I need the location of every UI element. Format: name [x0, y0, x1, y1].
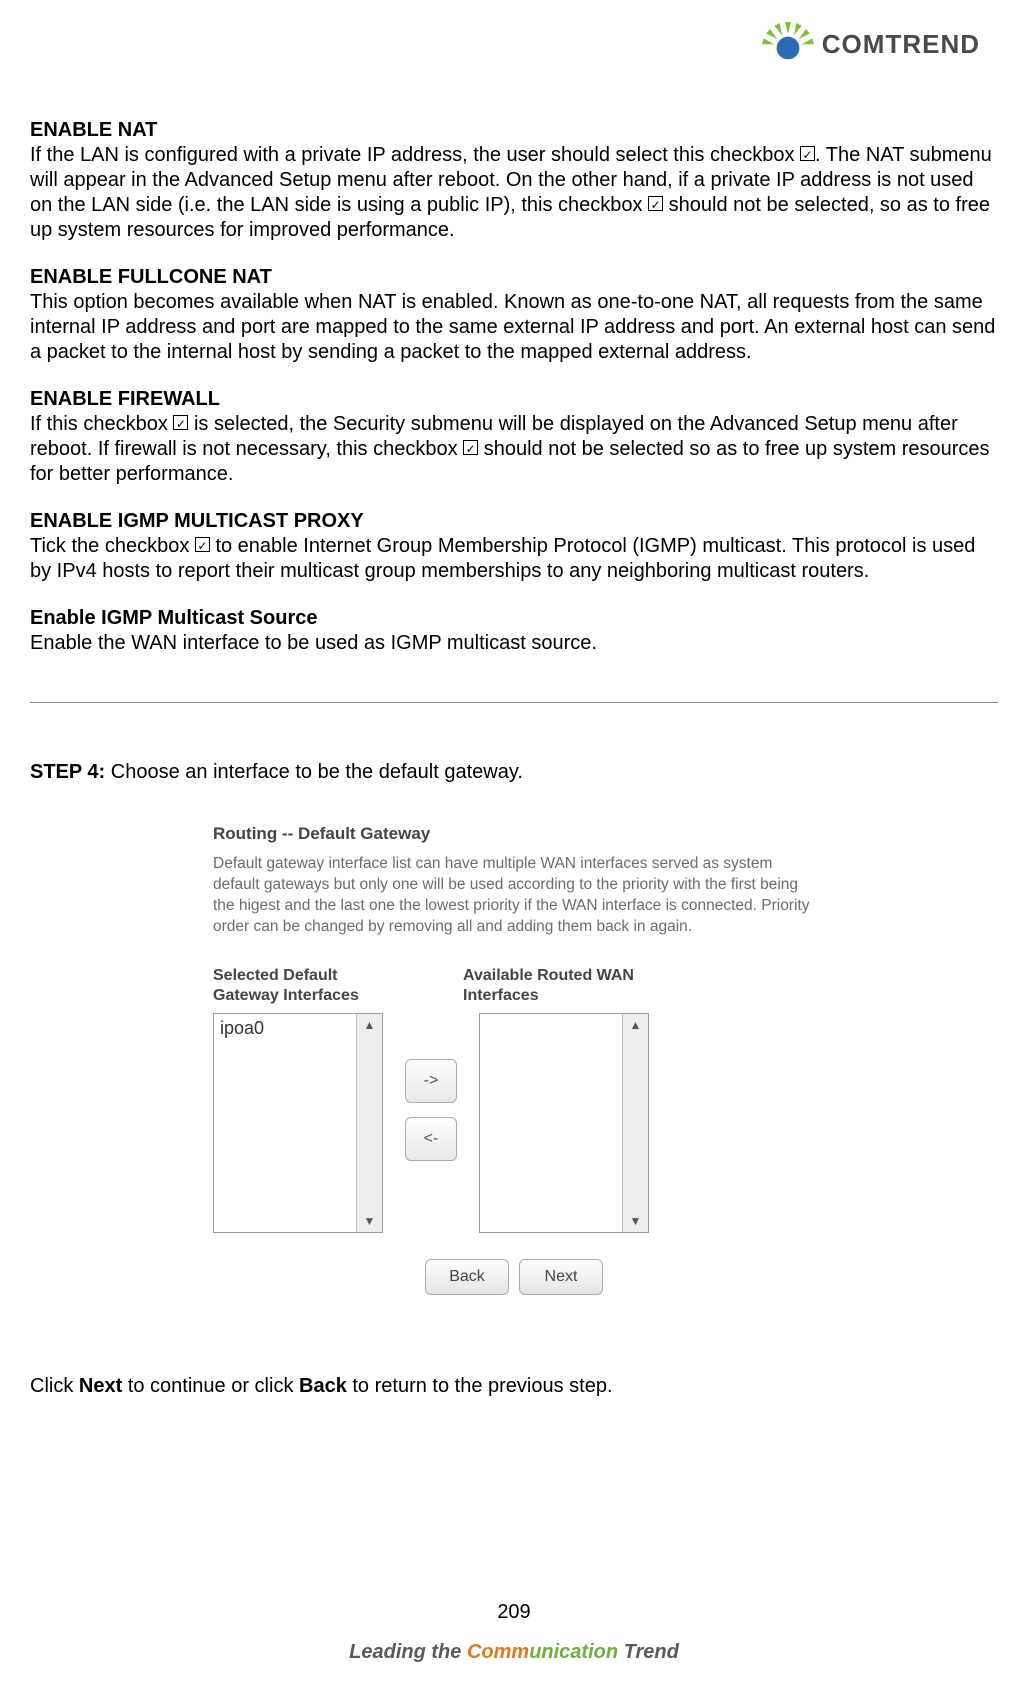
panel-title: Routing -- Default Gateway: [205, 818, 823, 854]
body-firewall: If this checkbox is selected, the Securi…: [30, 412, 998, 487]
heading-firewall: ENABLE FIREWALL: [30, 387, 998, 412]
move-left-button[interactable]: <-: [405, 1117, 457, 1161]
scrollbar[interactable]: ▲ ▼: [356, 1014, 382, 1232]
brand-logo: COMTREND: [762, 18, 980, 70]
checkbox-icon: [195, 537, 210, 552]
step-4-line: STEP 4: Choose an interface to be the de…: [0, 703, 1028, 784]
panel-description: Default gateway interface list can have …: [205, 854, 823, 938]
checkbox-icon: [173, 415, 188, 430]
back-button[interactable]: Back: [425, 1259, 509, 1295]
routing-default-gateway-panel: Routing -- Default Gateway Default gatew…: [205, 818, 823, 1305]
step-text: Choose an interface to be the default ga…: [111, 761, 523, 783]
chevron-up-icon[interactable]: ▲: [364, 1018, 376, 1032]
chevron-up-icon[interactable]: ▲: [630, 1018, 642, 1032]
checkbox-icon: [800, 146, 815, 161]
page-number: 209: [0, 1601, 1028, 1624]
footer-tagline: Leading the Communication Trend: [0, 1641, 1028, 1664]
chevron-down-icon[interactable]: ▼: [364, 1214, 376, 1228]
heading-igmp-proxy: ENABLE IGMP MULTICAST PROXY: [30, 509, 998, 534]
body-fullcone-nat: This option becomes available when NAT i…: [30, 290, 998, 365]
selected-label: Selected Default Gateway Interfaces: [213, 966, 423, 1008]
step-label: STEP 4:: [30, 761, 105, 783]
body-enable-nat: If the LAN is configured with a private …: [30, 143, 998, 243]
body-copy: ENABLE NAT If the LAN is configured with…: [0, 18, 1028, 656]
available-interfaces-listbox[interactable]: ▲ ▼: [479, 1013, 649, 1233]
selected-interfaces-listbox[interactable]: ipoa0 ▲ ▼: [213, 1013, 383, 1233]
list-item[interactable]: ipoa0: [220, 1018, 350, 1039]
body-igmp-proxy: Tick the checkbox to enable Internet Gro…: [30, 534, 998, 584]
available-label: Available Routed WAN Interfaces: [463, 966, 703, 1008]
next-button[interactable]: Next: [519, 1259, 603, 1295]
checkbox-icon: [463, 440, 478, 455]
heading-igmp-source: Enable IGMP Multicast Source: [30, 606, 998, 631]
body-igmp-source: Enable the WAN interface to be used as I…: [30, 631, 998, 656]
chevron-down-icon[interactable]: ▼: [630, 1214, 642, 1228]
after-screenshot-instruction: Click Next to continue or click Back to …: [0, 1305, 1028, 1398]
heading-enable-nat: ENABLE NAT: [30, 118, 998, 143]
move-right-button[interactable]: ->: [405, 1059, 457, 1103]
checkbox-icon: [648, 196, 663, 211]
globe-burst-icon: [762, 18, 814, 70]
scrollbar[interactable]: ▲ ▼: [622, 1014, 648, 1232]
brand-name: COMTREND: [822, 29, 980, 60]
heading-fullcone-nat: ENABLE FULLCONE NAT: [30, 265, 998, 290]
